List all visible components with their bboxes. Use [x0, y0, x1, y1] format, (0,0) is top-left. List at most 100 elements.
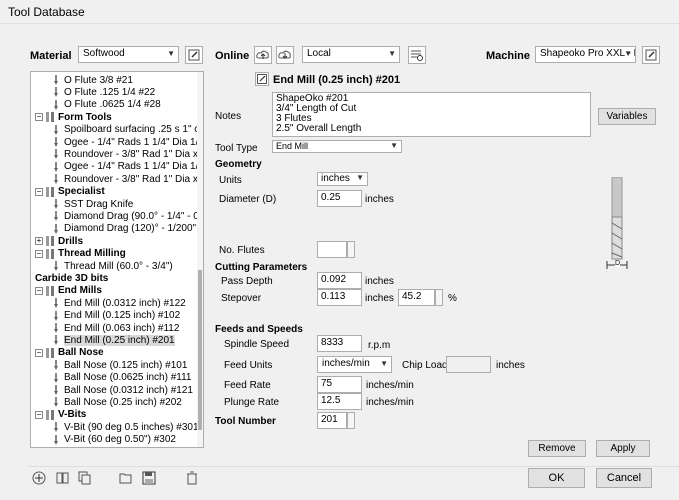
- tool-group-icon: [45, 112, 55, 123]
- ok-button[interactable]: OK: [528, 468, 585, 488]
- geometry-header: Geometry: [215, 159, 262, 170]
- pass-depth-label: Pass Depth: [221, 276, 273, 287]
- tree-item[interactable]: Ball Nose (0.25 inch) #202: [51, 396, 182, 408]
- tree-item[interactable]: End Mill (0.25 inch) #201: [51, 334, 175, 346]
- tree-item[interactable]: Thread Mill (60.0° - 3/4"): [51, 260, 173, 272]
- copy-tool-button[interactable]: [76, 469, 94, 487]
- tree-item[interactable]: End Mill (0.0312 inch) #122: [51, 297, 186, 309]
- location-select[interactable]: Local ▼: [302, 46, 400, 63]
- pass-depth-input[interactable]: 0.092: [317, 272, 362, 289]
- tree-item[interactable]: Spoilboard surfacing .25 s 1" cu: [51, 124, 203, 136]
- edit-material-button[interactable]: [185, 46, 203, 64]
- library-settings-button[interactable]: [408, 46, 426, 64]
- tree-group[interactable]: − Form Tools: [35, 111, 112, 123]
- tree-group[interactable]: − V-Bits: [35, 409, 86, 421]
- tool-bit-icon: [51, 161, 61, 172]
- tree-scrollbar[interactable]: [197, 72, 203, 447]
- machine-select[interactable]: Shapeoko Pro XXL - De ▼: [535, 46, 636, 63]
- tree-item[interactable]: O Flute .0625 1/4 #28: [51, 99, 161, 111]
- spindle-speed-input[interactable]: 8333: [317, 335, 362, 352]
- tree-item[interactable]: Ball Nose (0.0625 inch) #111: [51, 372, 192, 384]
- tool-number-input[interactable]: 201: [317, 412, 347, 429]
- tree-item[interactable]: O Flute 3/8 #21: [51, 74, 133, 86]
- plunge-rate-input[interactable]: 12.5: [317, 393, 362, 410]
- delete-tool-button[interactable]: [183, 469, 201, 487]
- tree-item[interactable]: V-Bit (60 deg 0.50") #302: [51, 434, 176, 446]
- end-mill-diagram-icon: [606, 176, 628, 269]
- tree-item[interactable]: V-Bit (90 deg 0.5 inches) #301: [51, 421, 199, 433]
- tool-tree[interactable]: O Flute 3/8 #21 O Flute .125 1/4 #22 O Flu…: [30, 71, 204, 448]
- flutes-input[interactable]: [317, 241, 347, 258]
- tree-item-label: End Mill (0.25 inch) #201: [64, 334, 175, 346]
- remove-button[interactable]: Remove: [528, 440, 586, 457]
- tool-number-spinner[interactable]: [347, 412, 355, 429]
- tree-item[interactable]: End Mill (0.125 inch) #102: [51, 310, 180, 322]
- location-value: Local: [307, 48, 331, 59]
- tree-item-label: Ball Nose (0.25 inch) #202: [64, 396, 182, 408]
- material-select[interactable]: Softwood ▼: [78, 46, 179, 63]
- collapse-icon[interactable]: −: [35, 187, 43, 196]
- edit-tool-button[interactable]: [255, 72, 269, 86]
- tree-scrollbar-thumb[interactable]: [198, 270, 202, 430]
- add-group-button[interactable]: [54, 469, 72, 487]
- tree-group[interactable]: Carbide 3D bits: [35, 272, 108, 284]
- save-library-button[interactable]: [140, 469, 158, 487]
- tree-item-label: V-Bit (60 deg 0.50") #302: [64, 434, 176, 446]
- tree-item-label: End Mill (0.0312 inch) #122: [64, 297, 186, 309]
- open-library-button[interactable]: [117, 469, 135, 487]
- stepover-percent-spinner[interactable]: [435, 289, 443, 306]
- tree-group[interactable]: − Ball Nose: [35, 347, 104, 359]
- tree-item[interactable]: Diamond Drag (120)° - 1/200" -: [51, 223, 202, 235]
- tree-item[interactable]: End Mill (0.063 inch) #112: [51, 322, 179, 334]
- cloud-upload-button[interactable]: [254, 46, 272, 64]
- collapse-icon[interactable]: −: [35, 113, 43, 122]
- tree-item[interactable]: Ogee - 1/4" Rads 1 1/4" Dia 1/2: [51, 136, 203, 148]
- edit-machine-button[interactable]: [642, 46, 660, 64]
- cancel-button[interactable]: Cancel: [596, 468, 652, 488]
- tree-item[interactable]: Roundover - 3/8" Rad 1" Dia x 1: [51, 173, 203, 185]
- notes-textarea[interactable]: ShapeOko #201 3/4" Length of Cut 3 Flute…: [272, 92, 591, 137]
- diameter-input[interactable]: 0.25: [317, 190, 362, 207]
- collapse-icon[interactable]: −: [35, 249, 43, 258]
- tree-item-label: End Mills: [58, 285, 102, 297]
- tree-group[interactable]: − Specialist: [35, 186, 105, 198]
- tree-item[interactable]: O Flute .125 1/4 #22: [51, 86, 155, 98]
- tree-item-label: SST Drag Knife: [64, 198, 134, 210]
- tool-type-select[interactable]: End Mill ▼: [272, 140, 402, 153]
- tree-item-label: Drills: [58, 235, 84, 247]
- tree-item[interactable]: Ball Nose (0.125 inch) #101: [51, 359, 187, 371]
- feed-rate-input[interactable]: 75: [317, 376, 362, 393]
- tool-name-heading: End Mill (0.25 inch) #201: [273, 74, 401, 86]
- tree-group[interactable]: − Thread Milling: [35, 248, 126, 260]
- cloud-download-button[interactable]: [276, 46, 294, 64]
- collapse-icon[interactable]: −: [35, 286, 43, 295]
- variables-button[interactable]: Variables: [598, 108, 656, 125]
- stepover-percent-input[interactable]: 45.2: [398, 289, 435, 306]
- tree-item-label: Form Tools: [58, 111, 112, 123]
- tree-item[interactable]: Roundover - 3/8" Rad 1" Dia x 1: [51, 148, 203, 160]
- cloud-upload-icon: [256, 50, 269, 59]
- chip-load-input[interactable]: [446, 356, 491, 373]
- pass-depth-unit: inches: [365, 276, 394, 287]
- tree-item[interactable]: Ball Nose (0.0312 inch) #121: [51, 384, 193, 396]
- stepover-input[interactable]: 0.113: [317, 289, 362, 306]
- window-title: Tool Database: [8, 5, 85, 19]
- apply-button[interactable]: Apply: [596, 440, 650, 457]
- expand-icon[interactable]: +: [35, 237, 43, 246]
- units-select[interactable]: inches ▼: [317, 172, 368, 186]
- tree-item[interactable]: Ogee - 1/4" Rads 1 1/4" Dia 1/2: [51, 161, 203, 173]
- notes-line: 2.5" Overall Length: [276, 123, 362, 134]
- tree-item[interactable]: Diamond Drag (90.0° - 1/4" - 0.: [51, 210, 202, 222]
- feed-units-select[interactable]: inches/min ▼: [317, 356, 392, 373]
- feed-rate-unit: inches/min: [366, 380, 414, 391]
- stepover-label: Stepover: [221, 293, 262, 304]
- collapse-icon[interactable]: −: [35, 348, 43, 357]
- flutes-spinner[interactable]: [347, 241, 355, 258]
- tree-group[interactable]: + Drills: [35, 235, 83, 247]
- tree-item[interactable]: SST Drag Knife: [51, 198, 133, 210]
- tool-type-value: End Mill: [276, 141, 309, 151]
- add-tool-button[interactable]: [30, 469, 48, 487]
- collapse-icon[interactable]: −: [35, 410, 43, 419]
- tree-group[interactable]: − End Mills: [35, 285, 102, 297]
- edit-icon: [645, 49, 657, 61]
